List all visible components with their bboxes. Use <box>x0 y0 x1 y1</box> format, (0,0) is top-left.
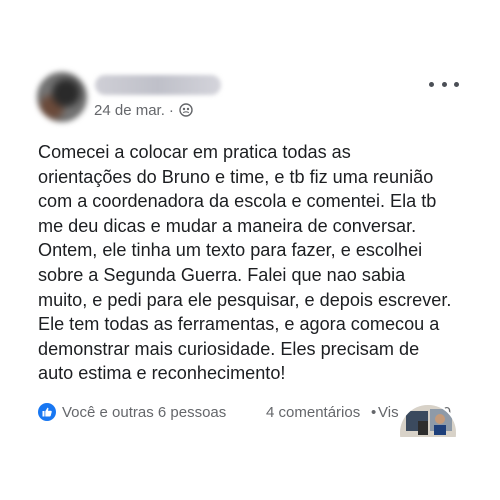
viewer-avatar-image <box>398 403 458 437</box>
author-name-blurred[interactable] <box>95 75 221 95</box>
post-text-line: com a coordenadora da escola e comentei.… <box>38 191 437 212</box>
post-text: Comecei a colocar em pratica todas as or… <box>38 140 478 386</box>
post-text-line: demonstrar mais curiosidade. Eles precis… <box>38 338 420 359</box>
post-text-line: Ele tem todas as ferramentas, e agora co… <box>38 314 440 335</box>
post-text-line: Ontem, ele tinha um texto para fazer, e … <box>38 240 423 261</box>
facebook-post: 24 de mar. · Comecei a colocar em pratic… <box>0 0 500 500</box>
reactions-summary[interactable]: Você e outras 6 pessoas <box>62 404 226 421</box>
friends-icon[interactable] <box>179 103 193 117</box>
post-meta: 24 de mar. · <box>94 100 193 120</box>
meta-separator: · <box>168 101 174 119</box>
like-icon[interactable] <box>38 403 56 421</box>
post-text-line: Comecei a colocar em pratica todas as <box>38 142 351 162</box>
author-avatar[interactable] <box>37 72 87 122</box>
post-text-line: auto estima e reconhecimento! <box>38 363 286 384</box>
post-text-line: orientações do Bruno e time, e tb fiz um… <box>38 166 434 187</box>
post-text-line: muito, e pedi para ele pesquisar, e depo… <box>38 289 452 310</box>
more-dot <box>429 81 434 87</box>
post-text-line: me deu dicas e mudar a maneira de conver… <box>38 215 417 236</box>
comments-count[interactable]: 4 comentários <box>266 404 360 421</box>
post-text-line: sobre a Segunda Guerra. Falei que nao sa… <box>38 264 406 285</box>
more-options-icon[interactable] <box>429 76 459 92</box>
viewer-avatar[interactable] <box>396 403 460 437</box>
post-date[interactable]: 24 de mar. <box>94 102 165 119</box>
more-dot <box>454 81 459 87</box>
footer-separator: • <box>371 404 377 421</box>
more-dot <box>441 81 447 87</box>
